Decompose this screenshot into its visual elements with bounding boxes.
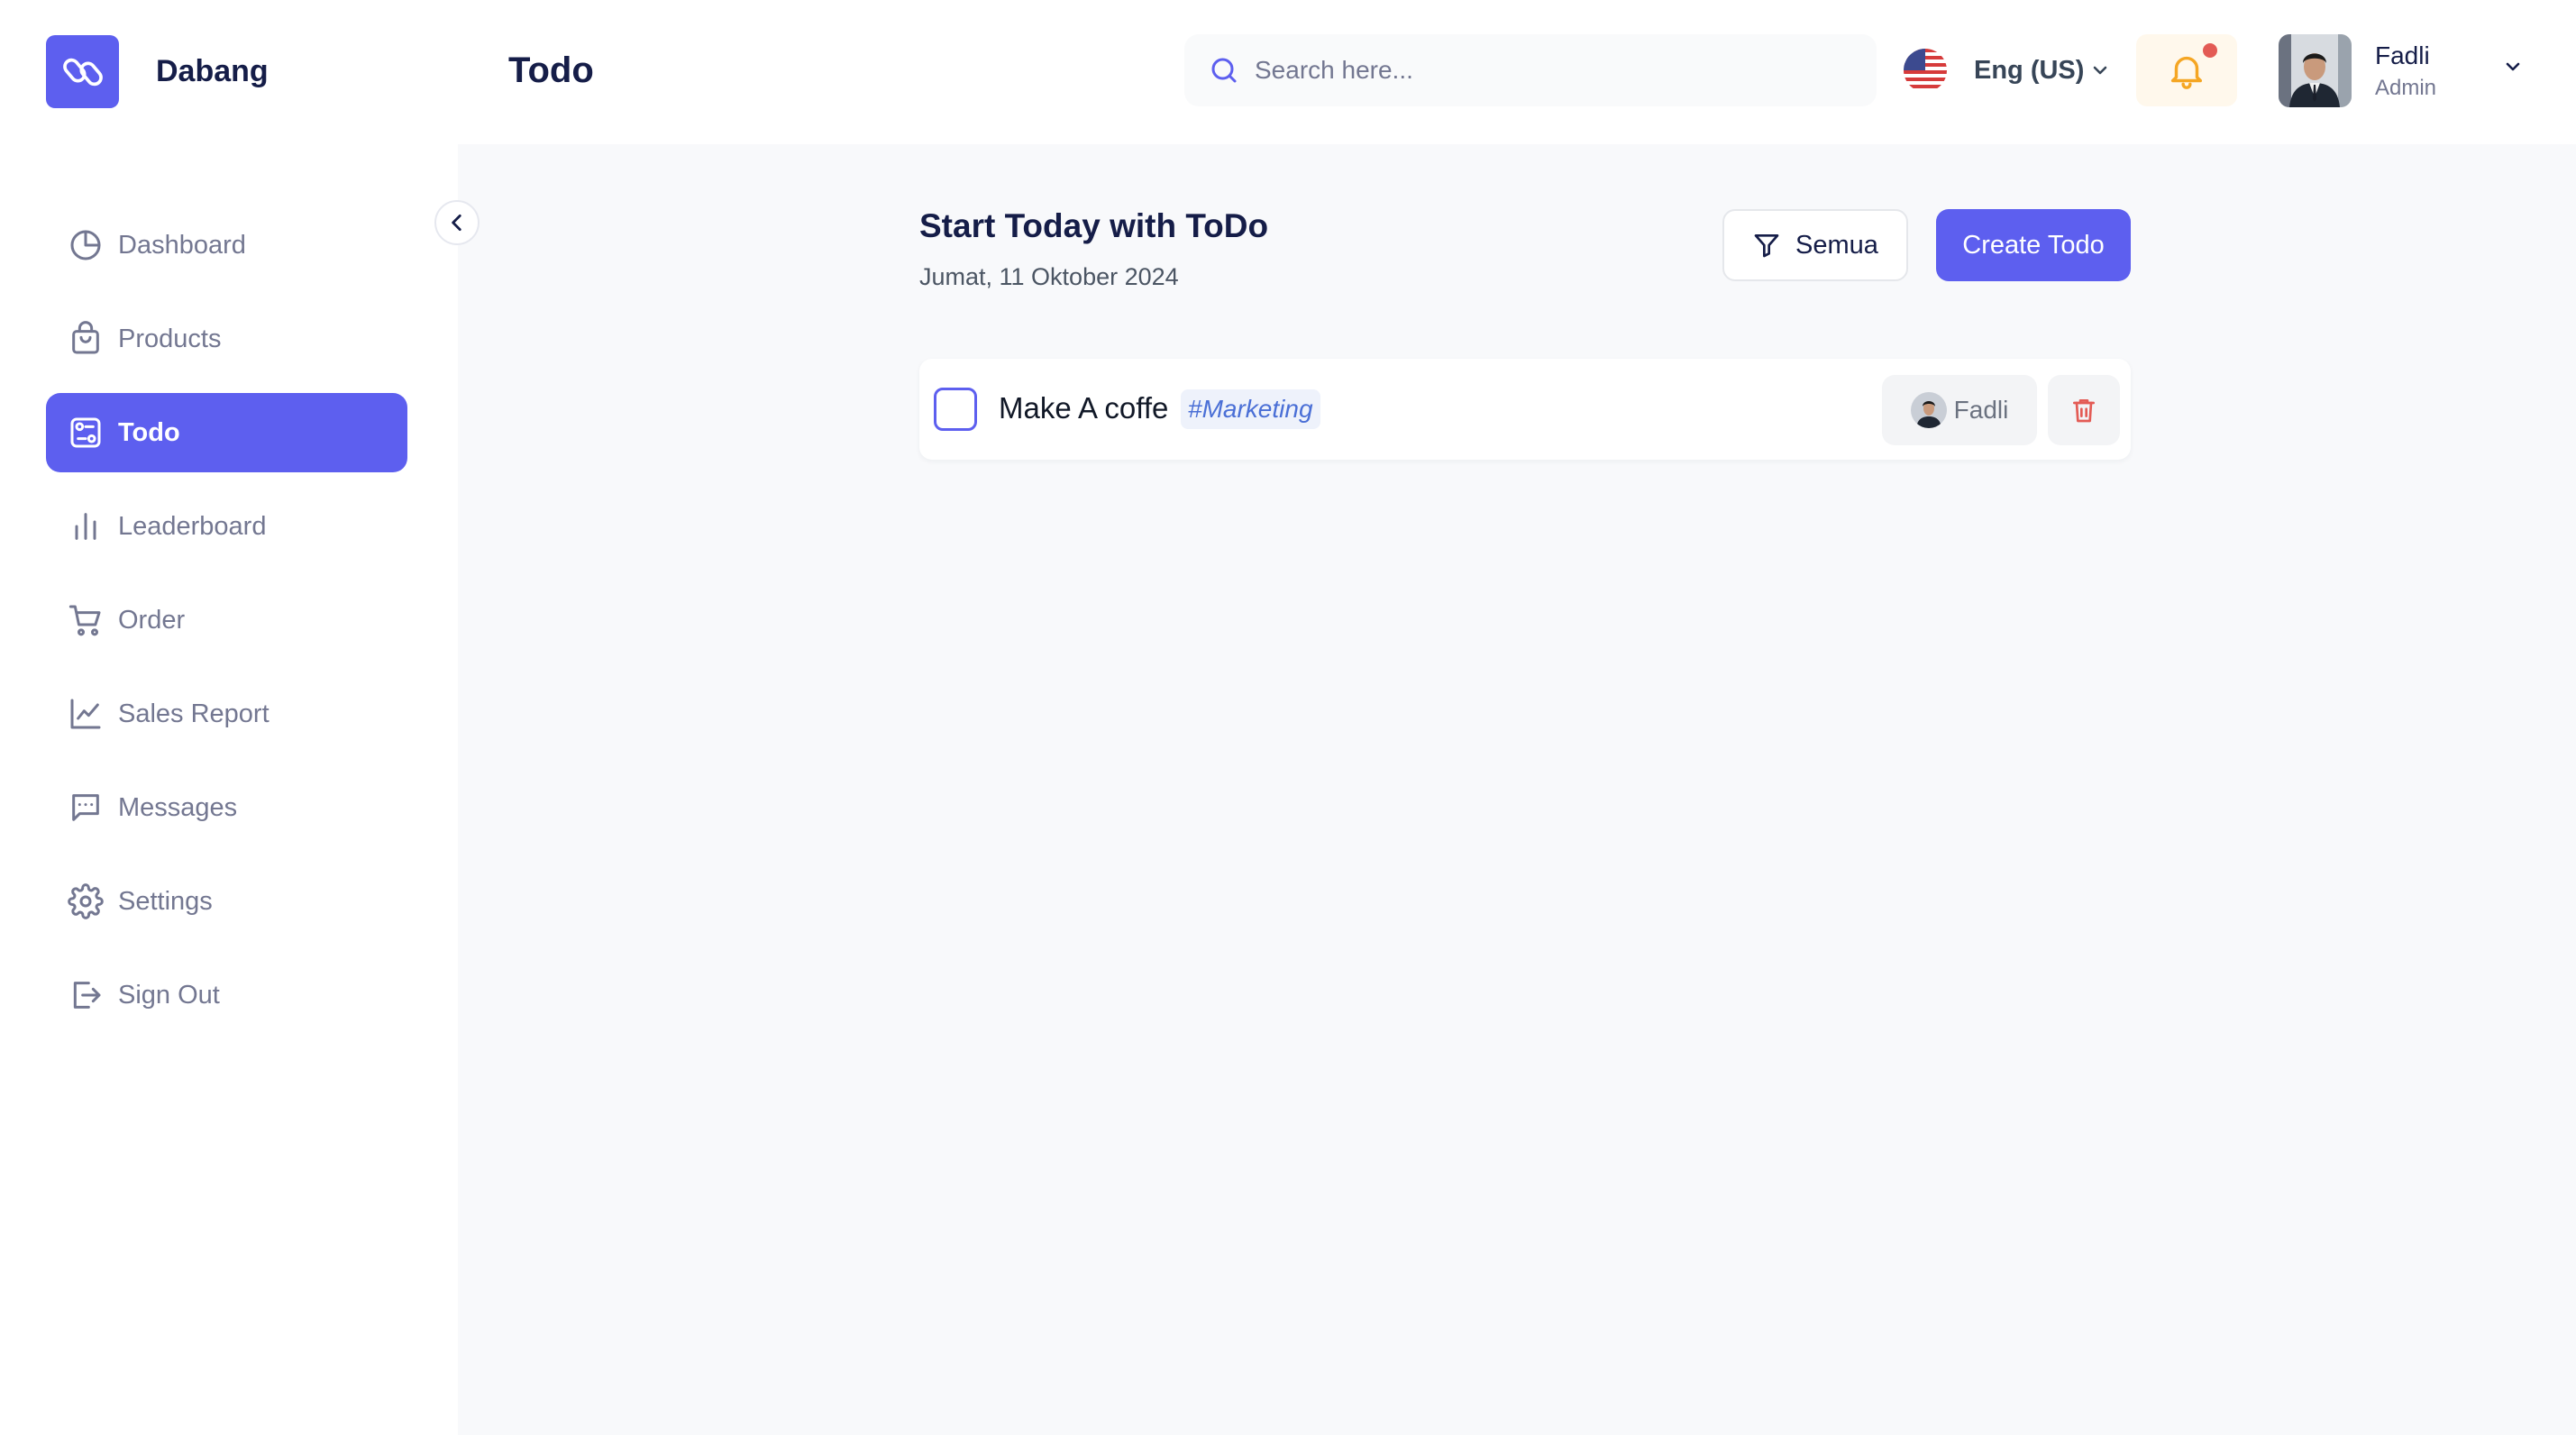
todo-date: Jumat, 11 Oktober 2024 — [919, 263, 1179, 290]
todo-checkbox[interactable] — [934, 388, 977, 431]
chevron-down-icon[interactable] — [2502, 56, 2524, 82]
page-title: Todo — [508, 50, 594, 90]
line-chart-icon — [67, 695, 105, 733]
sidebar-item-messages[interactable]: Messages — [46, 768, 407, 847]
message-icon — [67, 789, 105, 827]
language-label: Eng (US) — [1974, 55, 2085, 85]
sidebar-item-label: Dashboard — [118, 230, 246, 260]
todo-heading: Start Today with ToDo — [919, 207, 1269, 244]
sidebar-item-label: Messages — [118, 792, 238, 822]
todo-tag[interactable]: #Marketing — [1181, 389, 1320, 429]
todo-item: Make A coffe #Marketing Fadli — [919, 359, 2131, 460]
sidebar-item-label: Sales Report — [118, 699, 269, 728]
pie-chart-icon — [67, 226, 105, 264]
main-content: Start Today with ToDo Jumat, 11 Oktober … — [458, 144, 2576, 1435]
sidebar-item-dashboard[interactable]: Dashboard — [46, 206, 407, 285]
chevron-down-icon — [2089, 59, 2111, 81]
shopping-bag-icon — [67, 320, 105, 358]
create-todo-button[interactable]: Create Todo — [1936, 209, 2131, 281]
sidebar-item-leaderboard[interactable]: Leaderboard — [46, 487, 407, 566]
language-selector[interactable]: Eng (US) — [1904, 43, 2111, 97]
us-flag-icon — [1904, 49, 1947, 92]
user-name: Fadli — [2375, 41, 2430, 69]
notifications-button[interactable] — [2136, 34, 2237, 106]
sign-out-icon — [67, 976, 105, 1014]
sidebar-item-settings[interactable]: Settings — [46, 862, 407, 941]
sidebar-item-label: Todo — [118, 417, 180, 447]
sidebar-item-todo[interactable]: Todo — [46, 393, 407, 472]
bar-chart-icon — [67, 507, 105, 545]
assignee-name: Fadli — [1953, 396, 2009, 424]
brand[interactable]: Dabang — [46, 35, 269, 108]
sidebar-item-products[interactable]: Products — [46, 299, 407, 379]
sidebar-item-label: Settings — [118, 886, 213, 916]
assignee-chip[interactable]: Fadli — [1882, 375, 2037, 445]
gear-icon — [67, 882, 105, 920]
avatar — [2279, 34, 2352, 107]
user-role: Admin — [2375, 75, 2437, 100]
tag-icon — [46, 35, 119, 108]
cart-icon — [67, 601, 105, 639]
sidebar-item-label: Leaderboard — [118, 511, 267, 541]
search-input[interactable] — [1255, 56, 1832, 85]
filter-label: Semua — [1795, 230, 1878, 260]
search-icon — [1211, 58, 1237, 83]
todo-icon — [67, 414, 105, 452]
avatar — [1910, 392, 1947, 428]
search-bar[interactable] — [1184, 34, 1877, 106]
sidebar-item-order[interactable]: Order — [46, 580, 407, 660]
filter-button[interactable]: Semua — [1722, 209, 1908, 281]
trash-icon — [2073, 399, 2095, 423]
sidebar-nav: Dashboard Products Todo Leaderboard Orde… — [46, 206, 407, 1049]
delete-todo-button[interactable] — [2048, 375, 2120, 445]
sidebar-item-label: Sign Out — [118, 980, 220, 1010]
sidebar-collapse-button[interactable] — [434, 200, 480, 245]
sidebar: Dabang Dashboard Products Todo Leaderboa… — [0, 0, 458, 1435]
todo-title: Make A coffe — [999, 391, 1169, 425]
sidebar-item-label: Order — [118, 605, 186, 635]
filter-icon — [1754, 234, 1779, 258]
todo-header: Start Today with ToDo Jumat, 11 Oktober … — [919, 207, 1268, 291]
notification-badge — [2203, 43, 2217, 58]
user-profile[interactable]: Fadli Admin — [2279, 34, 2520, 107]
top-header: Todo Eng (US) — [458, 0, 2576, 144]
sidebar-item-sales-report[interactable]: Sales Report — [46, 674, 407, 754]
chevron-left-icon — [452, 215, 461, 231]
sidebar-item-label: Products — [118, 324, 222, 353]
sidebar-item-sign-out[interactable]: Sign Out — [46, 955, 407, 1035]
brand-name: Dabang — [156, 54, 269, 88]
bell-icon — [2170, 56, 2203, 89]
